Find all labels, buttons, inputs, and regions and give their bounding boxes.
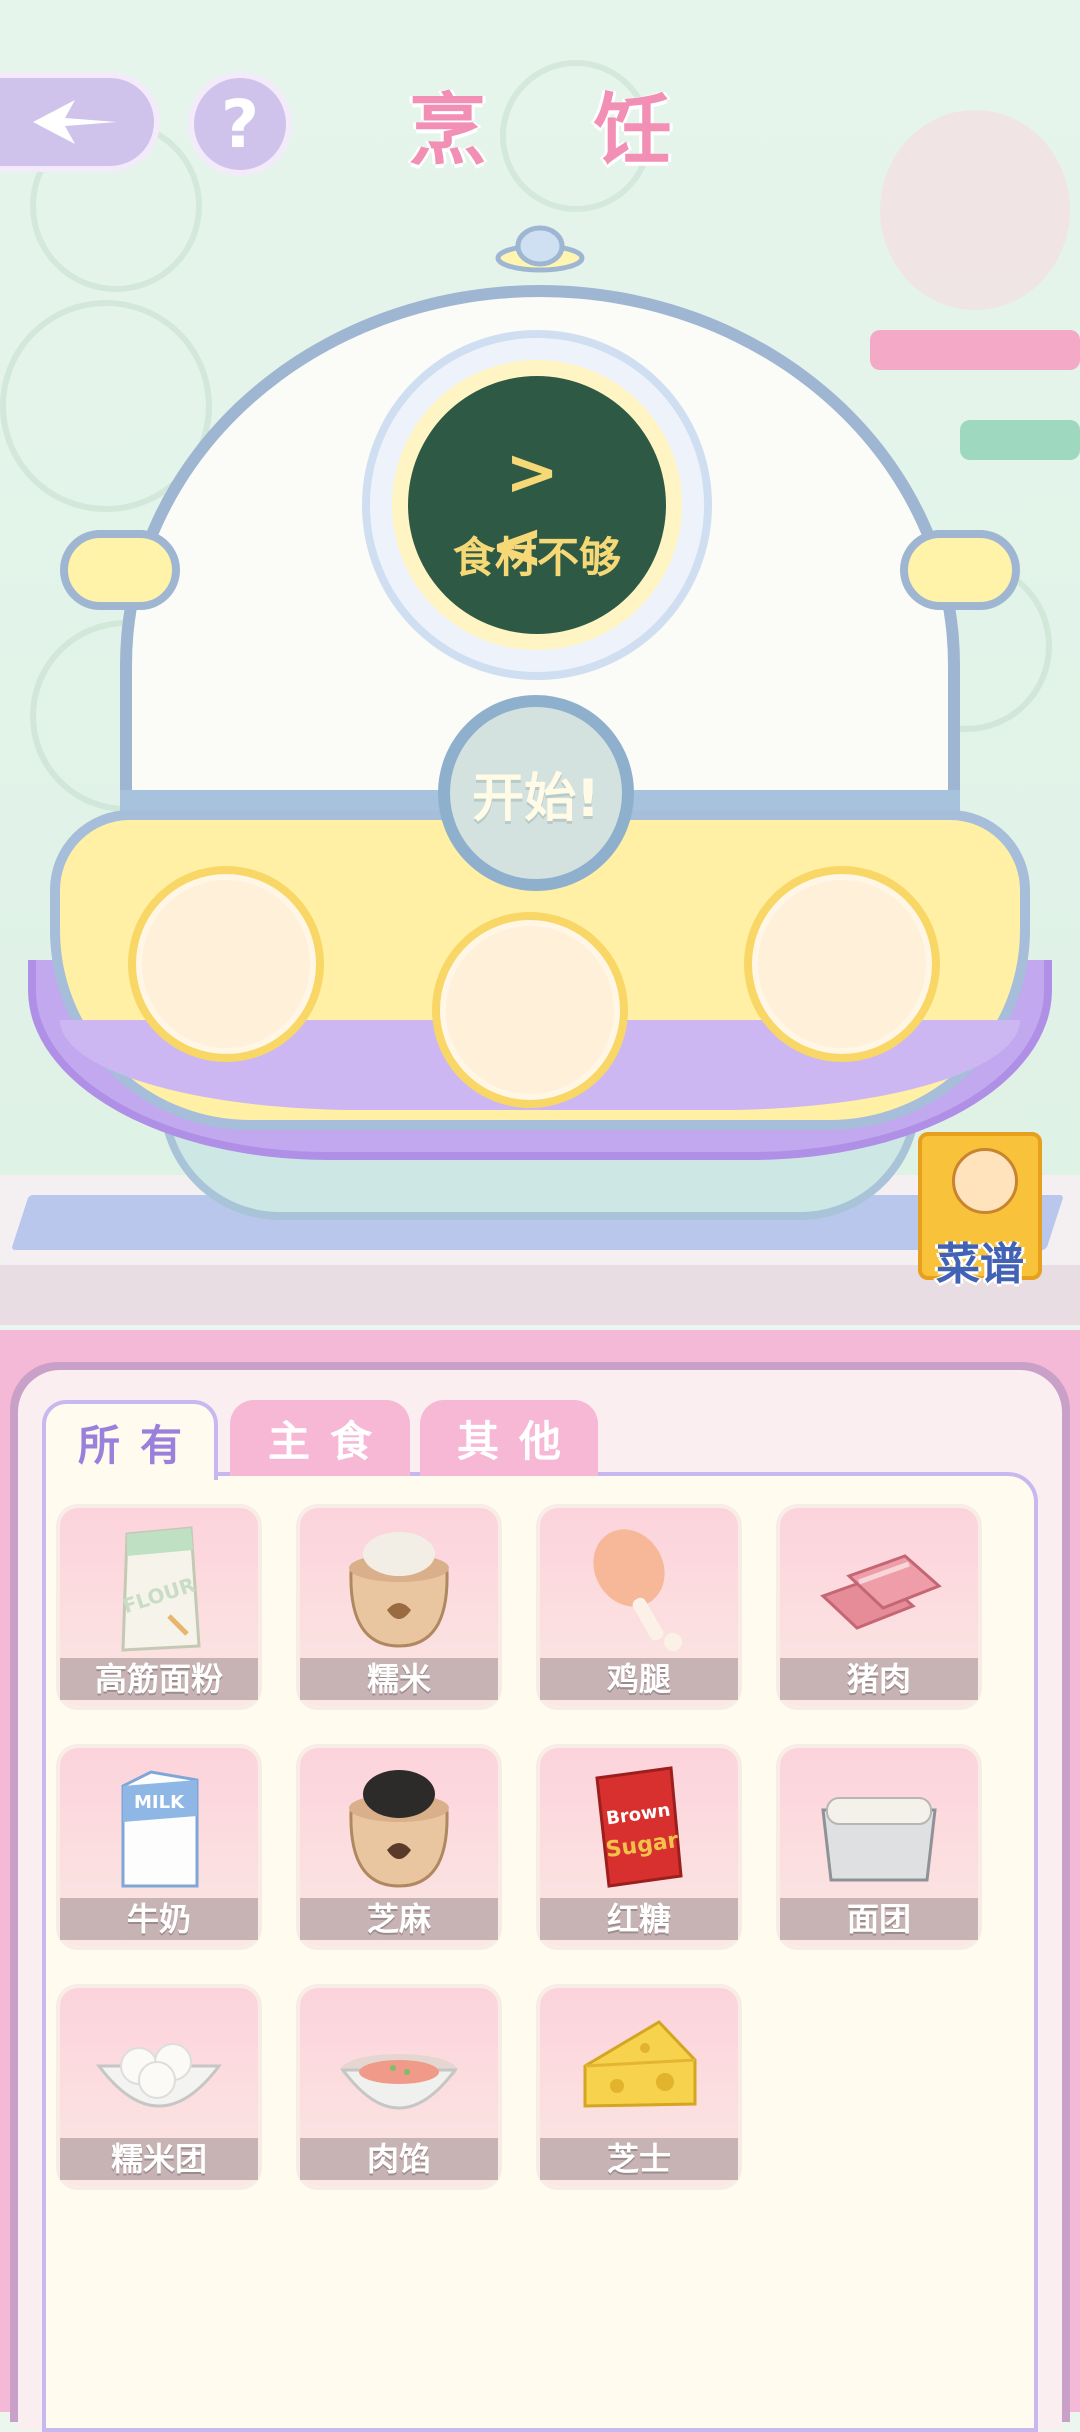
ingredient-item-dough[interactable]: 面团: [780, 1748, 978, 1946]
dough-icon: [821, 1797, 937, 1882]
recipe-label: 菜谱: [936, 1239, 1024, 1290]
ingredient-item-cheese[interactable]: 芝士: [540, 1988, 738, 2186]
pork-icon: [820, 1554, 942, 1630]
shelf-decor: [870, 330, 1080, 370]
item-label: 芝士: [540, 2138, 738, 2180]
item-label: 猪肉: [780, 1658, 978, 1700]
ingredient-item-rice-balls[interactable]: 糯米团: [60, 1988, 258, 2186]
shelf-decor-green: [960, 420, 1080, 460]
page-title: 烹 饪: [408, 86, 712, 176]
item-label: 糯米团: [60, 2138, 258, 2180]
item-label: 牛奶: [60, 1898, 258, 1940]
screen-status: 食材不够: [452, 533, 621, 582]
sesame-sack-icon: [349, 1770, 449, 1888]
machine-screen: > < 食材不够: [408, 376, 666, 634]
item-label: 高筋面粉: [60, 1658, 258, 1700]
item-label: 鸡腿: [540, 1658, 738, 1700]
ingredient-item-rice[interactable]: 糯米: [300, 1508, 498, 1706]
cat-chef-icon: [952, 1148, 1018, 1214]
flour-icon: FLOUR: [120, 1526, 201, 1652]
ingredient-item-brown-sugar[interactable]: Brown Sugar 红糖: [540, 1748, 738, 1946]
machine-handle-left: [60, 530, 180, 610]
meat-filling-icon: [340, 2054, 458, 2110]
brown-sugar-icon: Brown Sugar: [595, 1766, 683, 1888]
ingredient-slot-3[interactable]: [744, 866, 940, 1062]
milk-text: MILK: [134, 1792, 185, 1813]
chicken-leg-icon: [593, 1529, 682, 1651]
item-label: 糯米: [300, 1658, 498, 1700]
cheese-icon: [583, 2020, 697, 2108]
rice-sack-icon: [349, 1532, 449, 1648]
tab-staple[interactable]: 主食: [230, 1400, 410, 1476]
item-label: 芝麻: [300, 1898, 498, 1940]
ingredient-item-sesame[interactable]: 芝麻: [300, 1748, 498, 1946]
ingredient-item-meat-filling[interactable]: 肉馅: [300, 1988, 498, 2186]
ingredient-slot-1[interactable]: [128, 866, 324, 1062]
tab-other[interactable]: 其他: [420, 1400, 598, 1476]
ingredient-item-chicken-leg[interactable]: 鸡腿: [540, 1508, 738, 1706]
ingredient-item-flour[interactable]: FLOUR 高筋面粉: [60, 1508, 258, 1706]
antenna-icon: [495, 225, 585, 273]
milk-carton-icon: MILK: [121, 1770, 199, 1888]
ingredient-item-milk[interactable]: MILK 牛奶: [60, 1748, 258, 1946]
item-label: 面团: [780, 1898, 978, 1940]
tab-all[interactable]: 所有: [42, 1400, 218, 1480]
item-label: 肉馅: [300, 2138, 498, 2180]
item-label: 红糖: [540, 1898, 738, 1940]
rice-balls-icon: [95, 2043, 223, 2108]
start-button[interactable]: 开始!: [438, 695, 634, 891]
ingredient-slot-2[interactable]: [432, 912, 628, 1108]
machine-handle-right: [900, 530, 1020, 610]
ingredient-item-pork[interactable]: 猪肉: [780, 1508, 978, 1706]
